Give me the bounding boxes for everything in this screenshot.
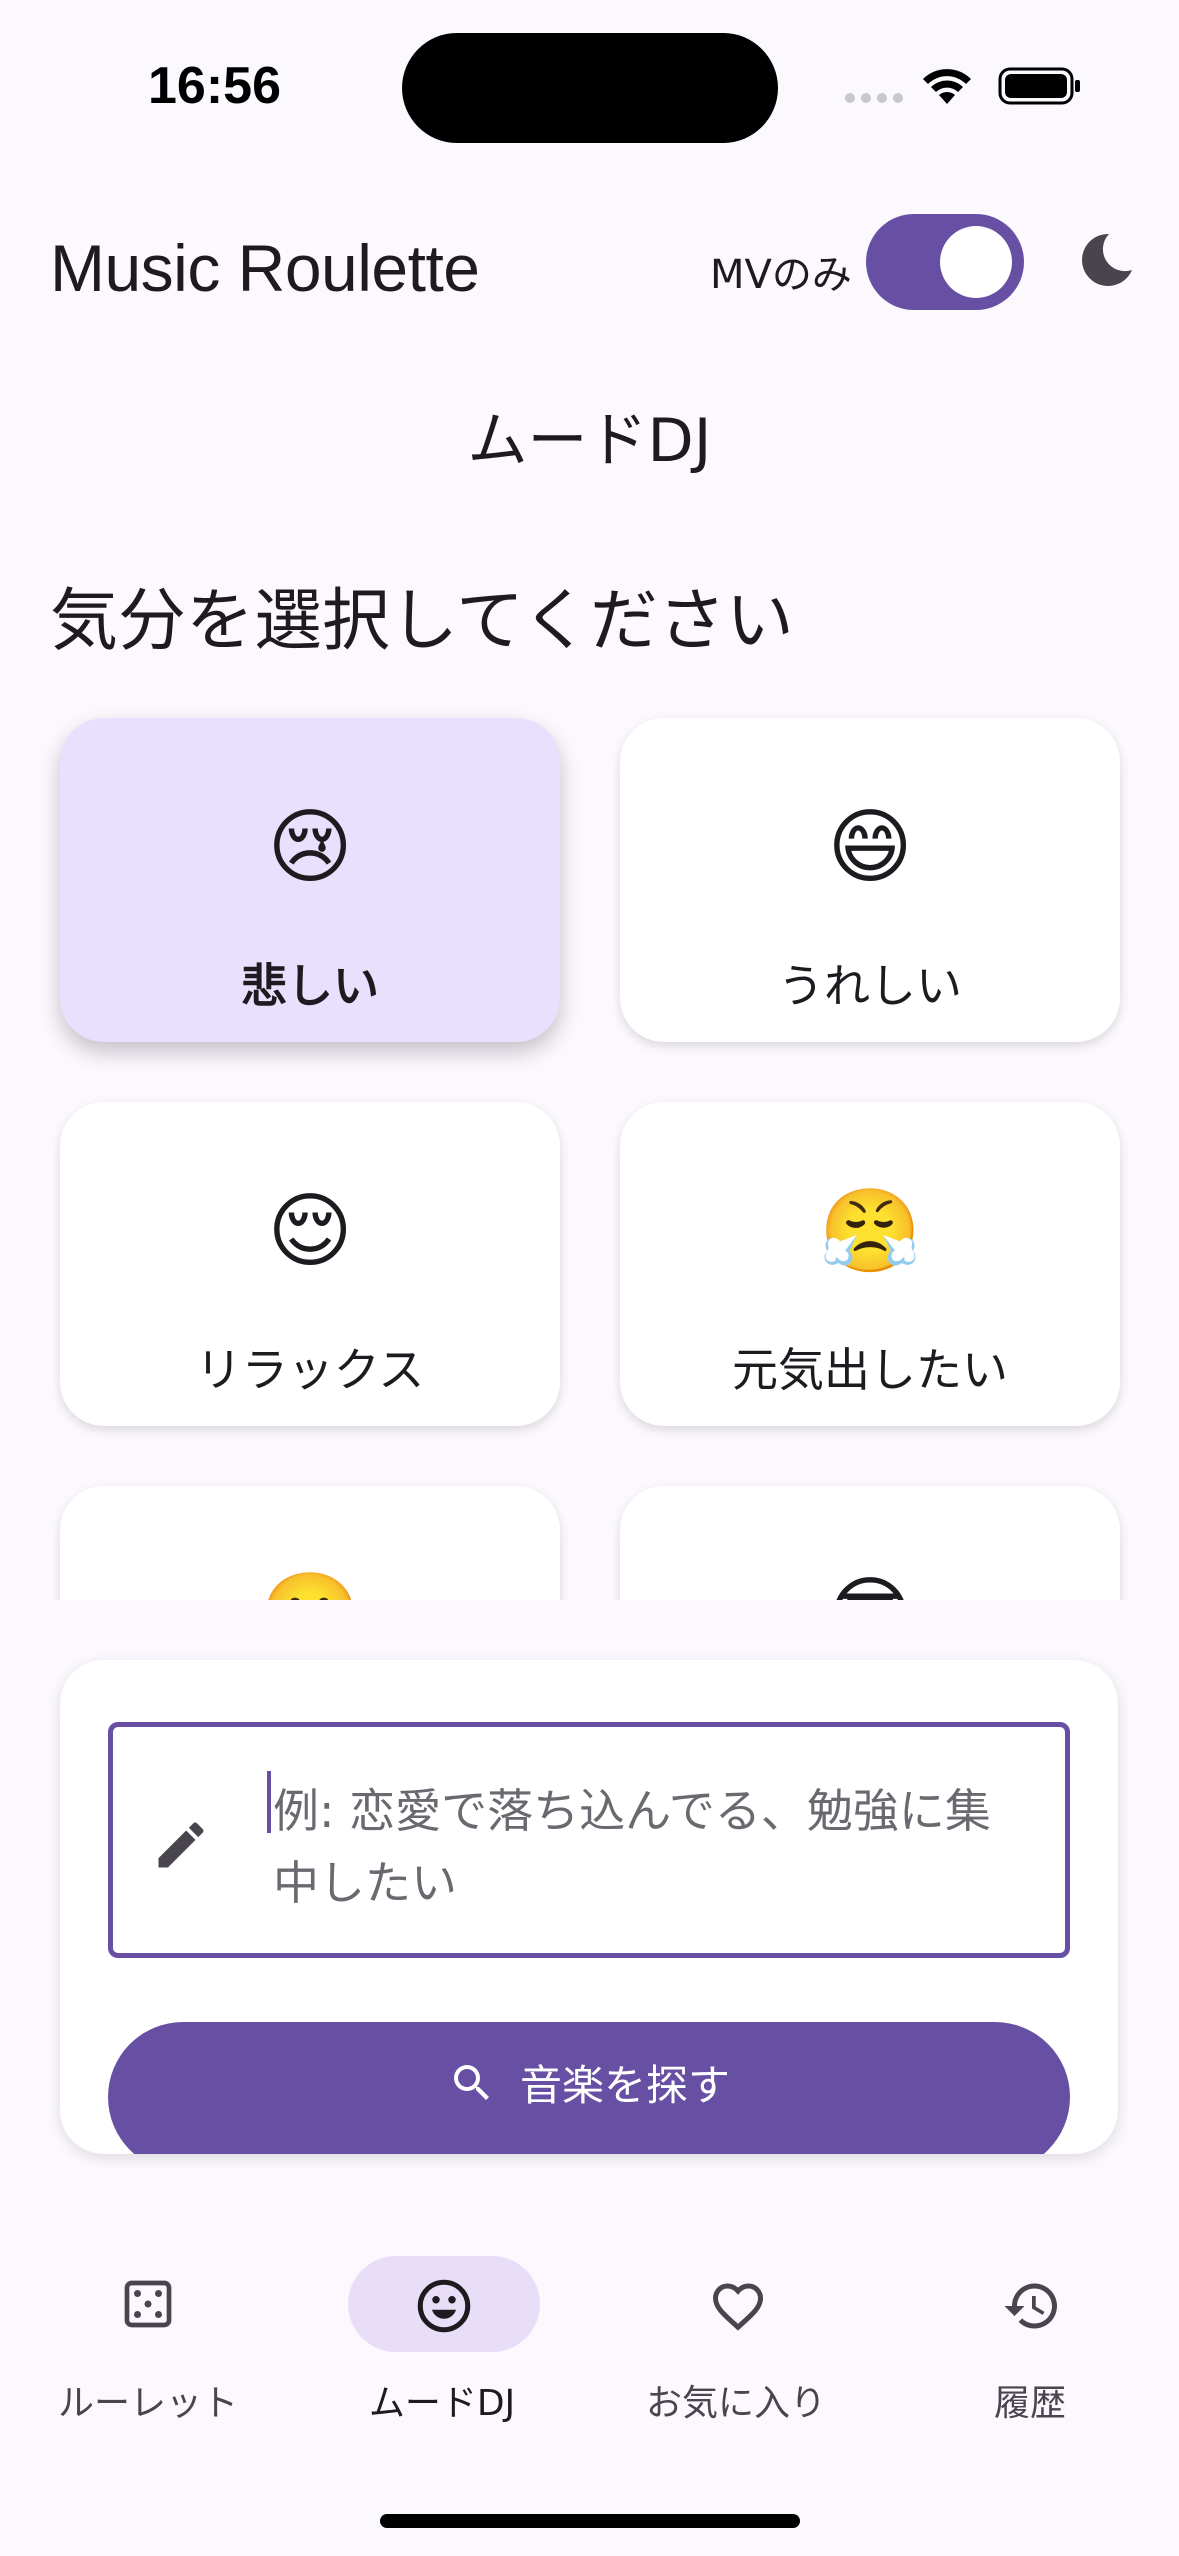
dynamic-island (402, 33, 778, 143)
home-indicator[interactable] (380, 2514, 800, 2528)
dark-mode-moon-icon[interactable] (1076, 230, 1136, 290)
mood-card-happy[interactable]: 😄 うれしい (620, 718, 1120, 1042)
mood-text-field[interactable]: 例: 恋愛で落ち込んでる、勉強に集中したい (108, 1722, 1070, 1958)
smiley-icon (417, 2279, 471, 2333)
text-caret (267, 1771, 271, 1833)
mood-label: 悲しい (241, 959, 379, 1013)
nav-item-favorites[interactable]: お気に入り (606, 2256, 866, 2426)
bottom-navigation: ルーレット ムードDJ お気に入り 履歴 (0, 2240, 1179, 2440)
app-bar: Music Roulette MVのみ (0, 200, 1179, 330)
nav-label: お気に入り (645, 2383, 826, 2424)
wifi-icon (923, 69, 971, 104)
status-time: 16:56 (148, 57, 281, 115)
mood-card-energize[interactable]: 😤 元気出したい (620, 1102, 1120, 1426)
history-icon (1004, 2283, 1057, 2329)
mood-card-sad[interactable]: 😢 悲しい (60, 718, 560, 1042)
pencil-icon (158, 1822, 204, 1868)
sunglasses-face-icon: 😎 (620, 1566, 1120, 1600)
nav-label: ルーレット (57, 2383, 238, 2424)
toggle-knob (940, 226, 1012, 298)
mv-only-label: MVのみ (710, 252, 852, 298)
mood-label: リラックス (195, 1343, 425, 1397)
search-icon (453, 2064, 489, 2100)
mood-card-partial-1[interactable]: 🥲 (60, 1486, 560, 1600)
cellular-signal-icon (845, 93, 903, 103)
dice-icon (124, 2280, 172, 2328)
heart-icon (712, 2283, 764, 2331)
free-text-panel: 例: 恋愛で落ち込んでる、勉強に集中したい 音楽を探す (60, 1660, 1118, 2154)
mv-only-toggle[interactable] (866, 214, 1024, 310)
grinning-face-icon: 😄 (827, 800, 913, 895)
find-music-button[interactable]: 音楽を探す (108, 2022, 1070, 2154)
section-title: 気分を選択してください (50, 582, 794, 661)
nav-item-mood-dj[interactable]: ムードDJ (312, 2256, 572, 2426)
nav-item-history[interactable]: 履歴 (900, 2256, 1160, 2426)
teary-smile-face-icon: 🥲 (60, 1566, 560, 1600)
nav-label: ムードDJ (368, 2383, 516, 2424)
steam-face-icon: 😤 (818, 1184, 922, 1279)
app-title: Music Roulette (50, 231, 480, 305)
nav-label: 履歴 (993, 2383, 1066, 2424)
crying-face-icon: 😢 (267, 800, 353, 895)
relieved-face-icon: 😌 (267, 1184, 353, 1279)
nav-item-roulette[interactable]: ルーレット (18, 2256, 278, 2426)
mood-grid[interactable]: 😢 悲しい 😄 うれしい 😌 リラックス 😤 元気出したい 🥲 😎 (0, 700, 1179, 1600)
find-music-label: 音楽を探す (519, 2061, 730, 2110)
page-heading: ムードDJ (467, 406, 712, 476)
mood-label: 元気出したい (732, 1343, 1008, 1397)
mood-text-placeholder: 例: 恋愛で落ち込んでる、勉強に集中したい (273, 1784, 991, 1910)
mood-card-partial-2[interactable]: 😎 (620, 1486, 1120, 1600)
mood-card-relax[interactable]: 😌 リラックス (60, 1102, 560, 1426)
mood-label: うれしい (778, 959, 962, 1013)
status-bar: 16:56 (0, 0, 1179, 170)
battery-icon (998, 67, 1080, 105)
